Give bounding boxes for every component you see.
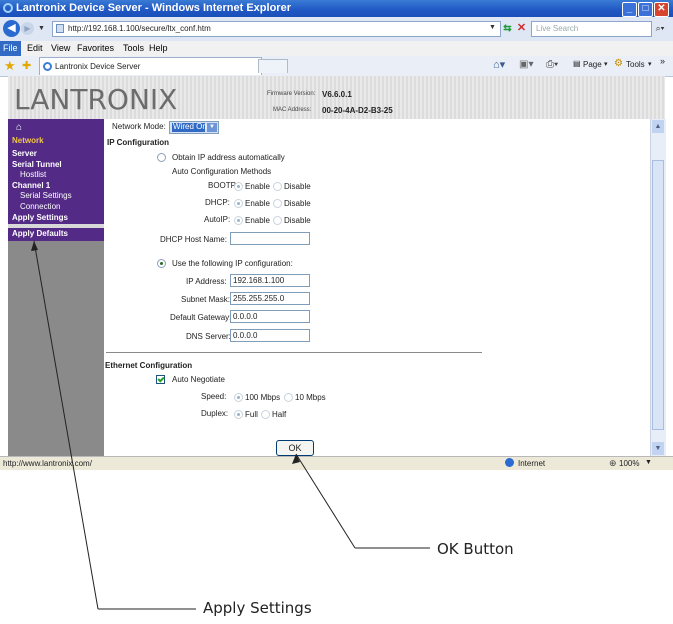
apply-settings-annotation: Apply Settings (203, 599, 312, 617)
apply-callout-line (33, 240, 99, 610)
apply-callout-arrow-icon (31, 241, 38, 251)
callout-lines (31, 240, 430, 610)
ok-button-annotation: OK Button (437, 540, 514, 558)
ok-callout-line (295, 453, 356, 549)
